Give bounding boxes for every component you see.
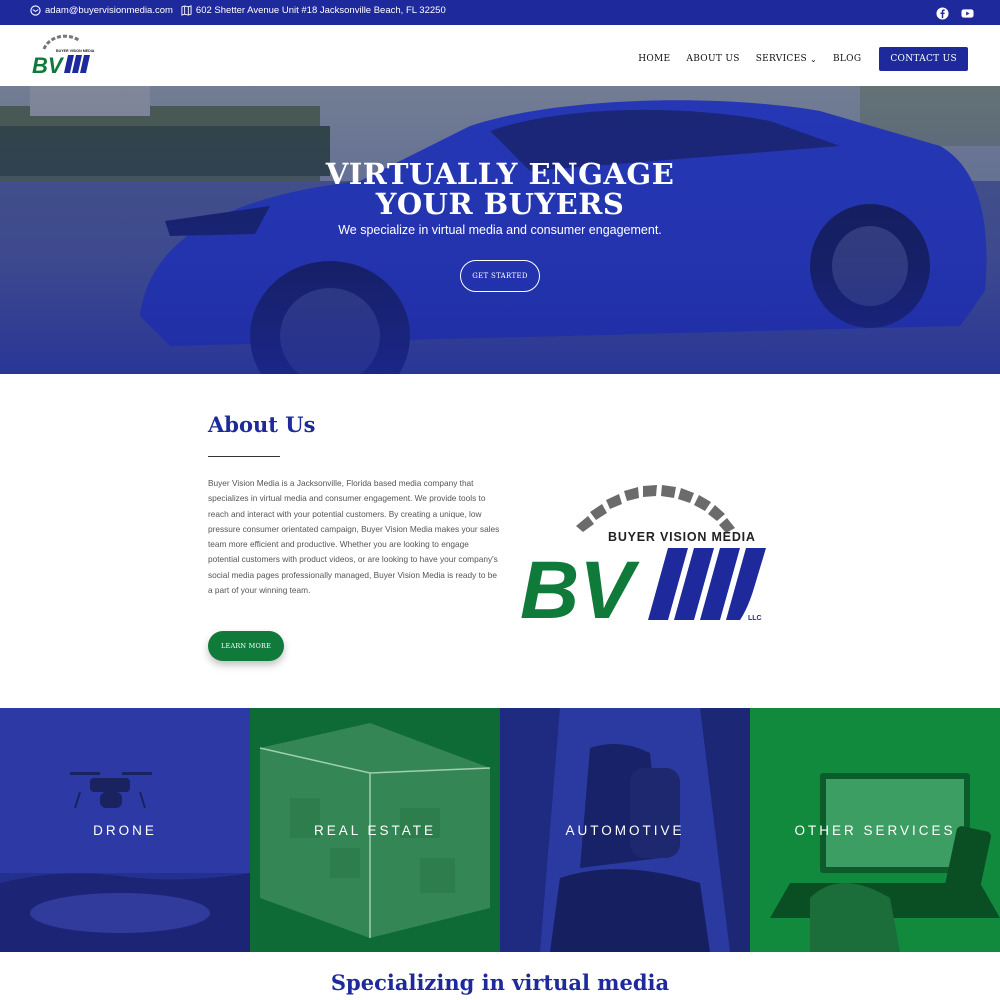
company-logo: BUYER VISION MEDIA BV LLC [520,485,766,628]
email-link[interactable]: adam@buyervisionmedia.com [30,5,173,16]
tile-other-services-label: OTHER SERVICES [794,823,956,838]
hero-section: VIRTUALLY ENGAGE YOUR BUYERS We speciali… [0,86,1000,374]
tile-automotive[interactable]: AUTOMOTIVE [500,708,750,952]
social-links [936,7,974,20]
tile-drone[interactable]: DRONE [0,708,250,952]
topbar-address: 602 Shetter Avenue Unit #18 Jacksonville… [195,5,446,16]
hero-title: VIRTUALLY ENGAGE YOUR BUYERS [0,159,1000,219]
hero-title-line1: VIRTUALLY ENGAGE [325,157,675,191]
address-item: 602 Shetter Avenue Unit #18 Jacksonville… [181,5,446,16]
tile-other-services[interactable]: OTHER SERVICES [750,708,1000,952]
email-icon [30,5,41,16]
tile-drone-label: DRONE [93,823,157,838]
nav-blog[interactable]: BLOG [833,54,861,64]
topbar-contact: adam@buyervisionmedia.com 602 Shetter Av… [30,5,446,16]
about-title: About Us [208,412,316,437]
tile-real-estate[interactable]: REAL ESTATE [250,708,500,952]
map-icon [181,5,192,16]
hero-title-line2: YOUR BUYERS [375,187,625,221]
nav-about[interactable]: ABOUT US [686,54,739,64]
tile-automotive-label: AUTOMOTIVE [565,823,685,838]
hero-subtitle: We specialize in virtual media and consu… [338,223,662,237]
logo-gauge-segments [576,485,735,533]
section-title: Specializing in virtual media [330,970,670,995]
facebook-icon[interactable] [936,7,949,20]
main-nav: HOME ABOUT US SERVICES ⌄ BLOG CONTACT US [638,47,968,71]
chevron-down-icon: ⌄ [809,54,817,64]
logo-brand-text: BUYER VISION MEDIA [608,530,756,544]
nav-services[interactable]: SERVICES ⌄ [756,54,817,64]
site-logo[interactable]: BUYER VISION MEDIA BV [30,33,96,75]
logo-letters: BV [520,545,640,628]
tile-real-estate-label: REAL ESTATE [313,823,437,838]
nav-services-label: SERVICES [755,54,807,64]
about-divider [208,456,280,457]
nav-home[interactable]: HOME [638,54,670,64]
services-tiles: DRONE REAL ESTATE AUTOMOTIVE OTHER SERVI… [0,708,1000,952]
contact-us-button[interactable]: CONTACT US [879,47,968,71]
logo-llc: LLC [748,615,762,622]
top-bar: adam@buyervisionmedia.com 602 Shetter Av… [0,0,1000,25]
get-started-button[interactable]: GET STARTED [460,260,540,292]
site-header: BUYER VISION MEDIA BV HOME ABOUT US SERV… [0,25,1000,86]
topbar-email[interactable]: adam@buyervisionmedia.com [45,5,173,16]
about-text: Buyer Vision Media is a Jacksonville, Fl… [208,478,500,596]
logo-small-letters: BV [32,53,65,75]
logo-stripes [648,548,766,620]
youtube-icon[interactable] [961,7,974,20]
learn-more-button[interactable]: LEARN MORE [208,631,284,661]
